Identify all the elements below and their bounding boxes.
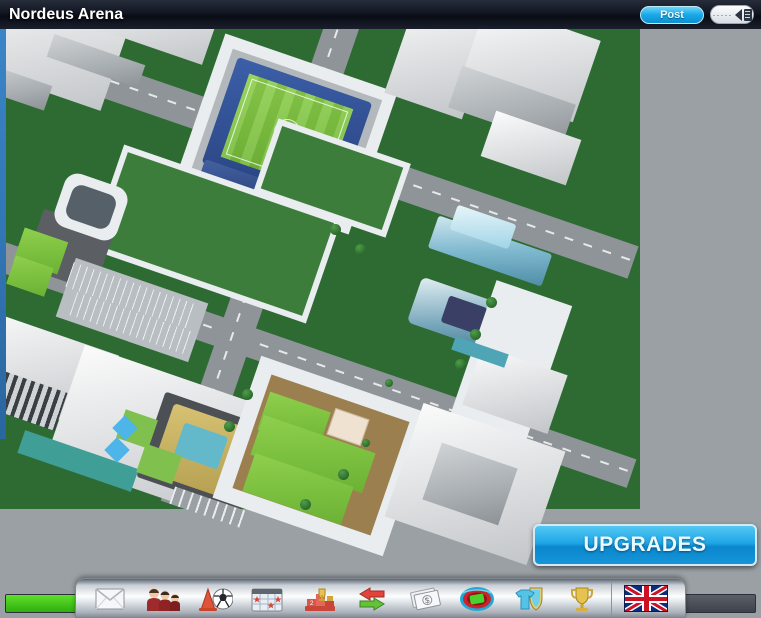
toolbar-achievements-button[interactable] bbox=[556, 580, 608, 618]
toolbar-fixtures-button[interactable] bbox=[241, 580, 293, 618]
toolbar-transfers-button[interactable] bbox=[346, 580, 398, 618]
toolbar-inbox-button[interactable] bbox=[84, 580, 136, 618]
map-tree bbox=[455, 359, 466, 370]
training-icon bbox=[199, 586, 234, 611]
map-tree bbox=[338, 469, 349, 480]
squad-icon bbox=[146, 587, 180, 611]
uk-flag-icon bbox=[624, 585, 669, 612]
toolbar-training-button[interactable] bbox=[189, 580, 241, 618]
bottom-toolbar: 2 $ bbox=[75, 578, 686, 618]
map-tree bbox=[486, 297, 497, 308]
toolbar-squad-button[interactable] bbox=[136, 580, 188, 618]
map-tree bbox=[242, 389, 253, 400]
map-left-edge bbox=[0, 29, 6, 439]
toolbar-club-button[interactable] bbox=[503, 580, 555, 618]
fixtures-icon bbox=[251, 588, 283, 611]
map-tree bbox=[330, 224, 341, 235]
map-tree bbox=[385, 379, 393, 387]
stadium-icon bbox=[460, 586, 495, 611]
arena-panel: Nordeus Arena Post ····· bbox=[0, 0, 761, 618]
toolbar-divider bbox=[611, 581, 613, 616]
map-tree bbox=[362, 439, 370, 447]
kit-icon bbox=[515, 587, 543, 611]
toolbar-finance-button[interactable]: $ bbox=[398, 580, 450, 618]
toolbar-standings-button[interactable]: 2 bbox=[294, 580, 346, 618]
finance-icon: $ bbox=[409, 587, 441, 610]
map-tree bbox=[224, 421, 235, 432]
upgrades-button[interactable]: UPGRADES bbox=[533, 524, 757, 566]
mail-icon bbox=[95, 587, 125, 609]
toolbar-stadium-button[interactable] bbox=[451, 580, 503, 618]
stadium-city-map[interactable] bbox=[0, 29, 761, 618]
map-tree bbox=[470, 329, 481, 340]
trophy-icon bbox=[570, 587, 593, 611]
standings-icon: 2 bbox=[304, 588, 335, 611]
map-tree bbox=[300, 499, 311, 510]
toolbar-language-button[interactable] bbox=[615, 585, 677, 612]
transfers-icon bbox=[359, 586, 386, 611]
map-tree bbox=[355, 244, 366, 255]
